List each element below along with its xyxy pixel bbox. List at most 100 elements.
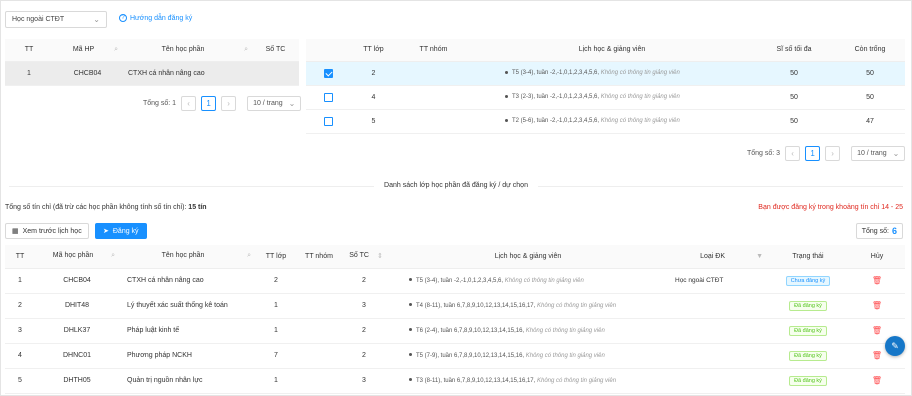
row-checkbox[interactable] (324, 68, 333, 78)
class-table: TT lớp TT nhóm Lịch học & giảng viên Sĩ … (306, 39, 905, 134)
pager-total: Tổng số: 3 (747, 150, 781, 157)
cell-ma: CHCB04 (53, 61, 122, 86)
row-checkbox[interactable] (324, 92, 333, 102)
trash-icon[interactable]: 🗑 (872, 376, 882, 385)
col-trang-thai: Trạng thái (767, 245, 849, 269)
cell-si-so: 50 (753, 109, 835, 134)
table-row: 4 DHNC01 Phương pháp NCKH 7 2 T5 (7-9), tuần … (5, 343, 905, 369)
pager-total: Tổng số: 1 (143, 100, 177, 107)
col-lich-hoc: Lịch học & giảng viên (387, 245, 669, 269)
credit-summary-value: 15 tín (188, 204, 207, 211)
col-so-tc[interactable]: Số TC ⇕ (341, 245, 387, 269)
cell-huy: 🗑 (849, 268, 905, 294)
chevron-down-icon: ⌄ (892, 149, 900, 158)
schedule-text: T5 (3-4), tuần -2,-1,0,1,2,3,4,5,6, (512, 70, 601, 76)
status-badge: Đã đăng ký (789, 375, 827, 386)
col-ma-hp-label: Mã HP (72, 45, 95, 53)
cell-trang-thai: Đã đăng ký (767, 368, 849, 394)
cell-so-tc: 3 (341, 368, 387, 394)
col-tt-lop: TT lớp (255, 245, 297, 269)
register-label: Đăng ký (112, 227, 139, 235)
preview-schedule-button[interactable]: ▦ Xem trước lịch học (5, 223, 89, 239)
cell-tt-nhom (396, 85, 471, 110)
register-button[interactable]: ➤ Đăng ký (95, 223, 147, 239)
schedule-text: T5 (3-4), tuần -2,-1,0,1,2,3,4,5,6, (416, 277, 505, 284)
next-page-button[interactable]: › (825, 146, 841, 161)
col-ma-hp[interactable]: Mã HP ⌕ (53, 39, 122, 62)
bullet-icon (409, 278, 412, 282)
cell-lich-hoc: T4 (8-11), tuần 6,7,8,9,10,12,13,14,15,1… (387, 293, 669, 319)
trash-icon[interactable]: 🗑 (872, 301, 882, 310)
cell-lich-hoc: T2 (5-6), tuần -2,-1,0,1,2,3,4,5,6, Khôn… (471, 109, 753, 134)
cell-lich-hoc: T5 (3-4), tuần -2,-1,0,1,2,3,4,5,6, Khôn… (387, 268, 669, 294)
search-icon[interactable]: ⌕ (247, 252, 251, 260)
table-row[interactable]: 4 T3 (2-3), tuần -2,-1,0,1,2,3,4,5,6, Khô… (306, 85, 905, 110)
cell-ma: DHIT48 (35, 293, 119, 319)
cell-huy: 🗑 (849, 368, 905, 394)
table-row[interactable]: 1 CHCB04 CTXH cá nhân nâng cao (5, 61, 299, 86)
lecturer-text: Không có thông tin giảng viên (525, 352, 605, 359)
page-size-value: 10 / trang (857, 150, 887, 157)
trash-icon[interactable]: 🗑 (872, 351, 882, 360)
search-icon[interactable]: ⌕ (244, 46, 248, 54)
cell-tt-nhom (297, 368, 341, 394)
col-ten-hp[interactable]: Tên học phần ⌕ (122, 39, 252, 62)
cell-tt-nhom (297, 318, 341, 344)
cell-ma: DHNC01 (35, 343, 119, 369)
cell-ma: DHLK37 (35, 318, 119, 344)
bullet-icon (409, 303, 412, 307)
sort-icon[interactable]: ⇕ (377, 252, 383, 260)
table-row: 3 DHLK37 Pháp luật kinh tế 1 2 T6 (2-4), tuần… (5, 318, 905, 344)
schedule-text: T5 (7-9), tuần 6,7,8,9,10,12,13,14,15,16… (416, 352, 526, 359)
help-icon: ? (119, 14, 127, 22)
prev-page-button[interactable]: ‹ (181, 96, 197, 111)
schedule-text: T2 (5-6), tuần -2,-1,0,1,2,3,4,5,6, (512, 118, 601, 124)
next-page-button[interactable]: › (221, 96, 237, 111)
cell-tt: 1 (5, 61, 53, 86)
col-si-so: Sĩ số tối đa (753, 39, 835, 62)
col-tt: TT (5, 39, 53, 62)
search-icon[interactable]: ⌕ (111, 252, 115, 260)
status-badge: Chưa đăng ký (785, 275, 831, 286)
schedule-text: T6 (2-4), tuần 6,7,8,9,10,12,13,14,15,16… (416, 327, 526, 334)
col-loai-dk[interactable]: Loại ĐK ▼ (669, 245, 767, 269)
trash-icon[interactable]: 🗑 (872, 326, 882, 335)
preview-label: Xem trước lịch học (22, 227, 82, 235)
page-size-select[interactable]: 10 / trang ⌄ (851, 146, 906, 161)
program-select[interactable]: Học ngoài CTĐT ⌄ (5, 11, 107, 28)
table-row[interactable]: 5 T2 (5-6), tuần -2,-1,0,1,2,3,4,5,6, Khô… (306, 109, 905, 134)
cell-tt: 1 (5, 268, 35, 294)
bullet-icon (505, 94, 508, 98)
cell-tt: 4 (5, 343, 35, 369)
cell-ten: CTXH cá nhân nâng cao (122, 61, 252, 86)
lecturer-text: Không có thông tin giảng viên (525, 327, 605, 334)
row-checkbox[interactable] (324, 116, 333, 126)
col-con-trong: Còn trống (835, 39, 905, 62)
cell-tt: 5 (5, 368, 35, 394)
col-ma-hp[interactable]: Mã học phần ⌕ (35, 245, 119, 269)
prev-page-button[interactable]: ‹ (785, 146, 801, 161)
cell-lich-hoc: T3 (2-3), tuần -2,-1,0,1,2,3,4,5,6, Khôn… (471, 85, 753, 110)
class-pager: Tổng số: 3 ‹ 1 › 10 / trang ⌄ (747, 146, 906, 161)
table-row[interactable]: 2 T5 (3-4), tuần -2,-1,0,1,2,3,4,5,6, Khô… (306, 61, 905, 86)
edit-icon[interactable]: ✎ (885, 336, 905, 356)
guide-link[interactable]: ? Hướng dẫn đăng ký (119, 14, 192, 22)
page-1-button[interactable]: 1 (805, 146, 821, 161)
col-tt-nhom: TT nhóm (396, 39, 471, 62)
cell-checkbox (306, 61, 351, 86)
table-row: 5 DHTH05 Quản trị nguồn nhân lực 1 3 T3 (8-11… (5, 368, 905, 394)
filter-icon[interactable]: ▼ (756, 253, 763, 260)
cell-tt-lop: 1 (255, 318, 297, 344)
col-ten-hp[interactable]: Tên học phần ⌕ (119, 245, 255, 269)
cell-loai-dk: Học ngoài CTĐT (669, 268, 767, 294)
page-1-button[interactable]: 1 (201, 96, 217, 111)
cell-tt: 2 (5, 293, 35, 319)
search-icon[interactable]: ⌕ (114, 46, 118, 54)
col-tt-nhom: TT nhóm (297, 245, 341, 269)
bullet-icon (505, 118, 508, 122)
cell-so-tc: 2 (341, 318, 387, 344)
trash-icon[interactable]: 🗑 (872, 276, 882, 285)
cell-lich-hoc: T5 (3-4), tuần -2,-1,0,1,2,3,4,5,6, Khôn… (471, 61, 753, 86)
col-label: Loại ĐK (700, 252, 725, 260)
page-size-select[interactable]: 10 / trang ⌄ (247, 96, 302, 111)
